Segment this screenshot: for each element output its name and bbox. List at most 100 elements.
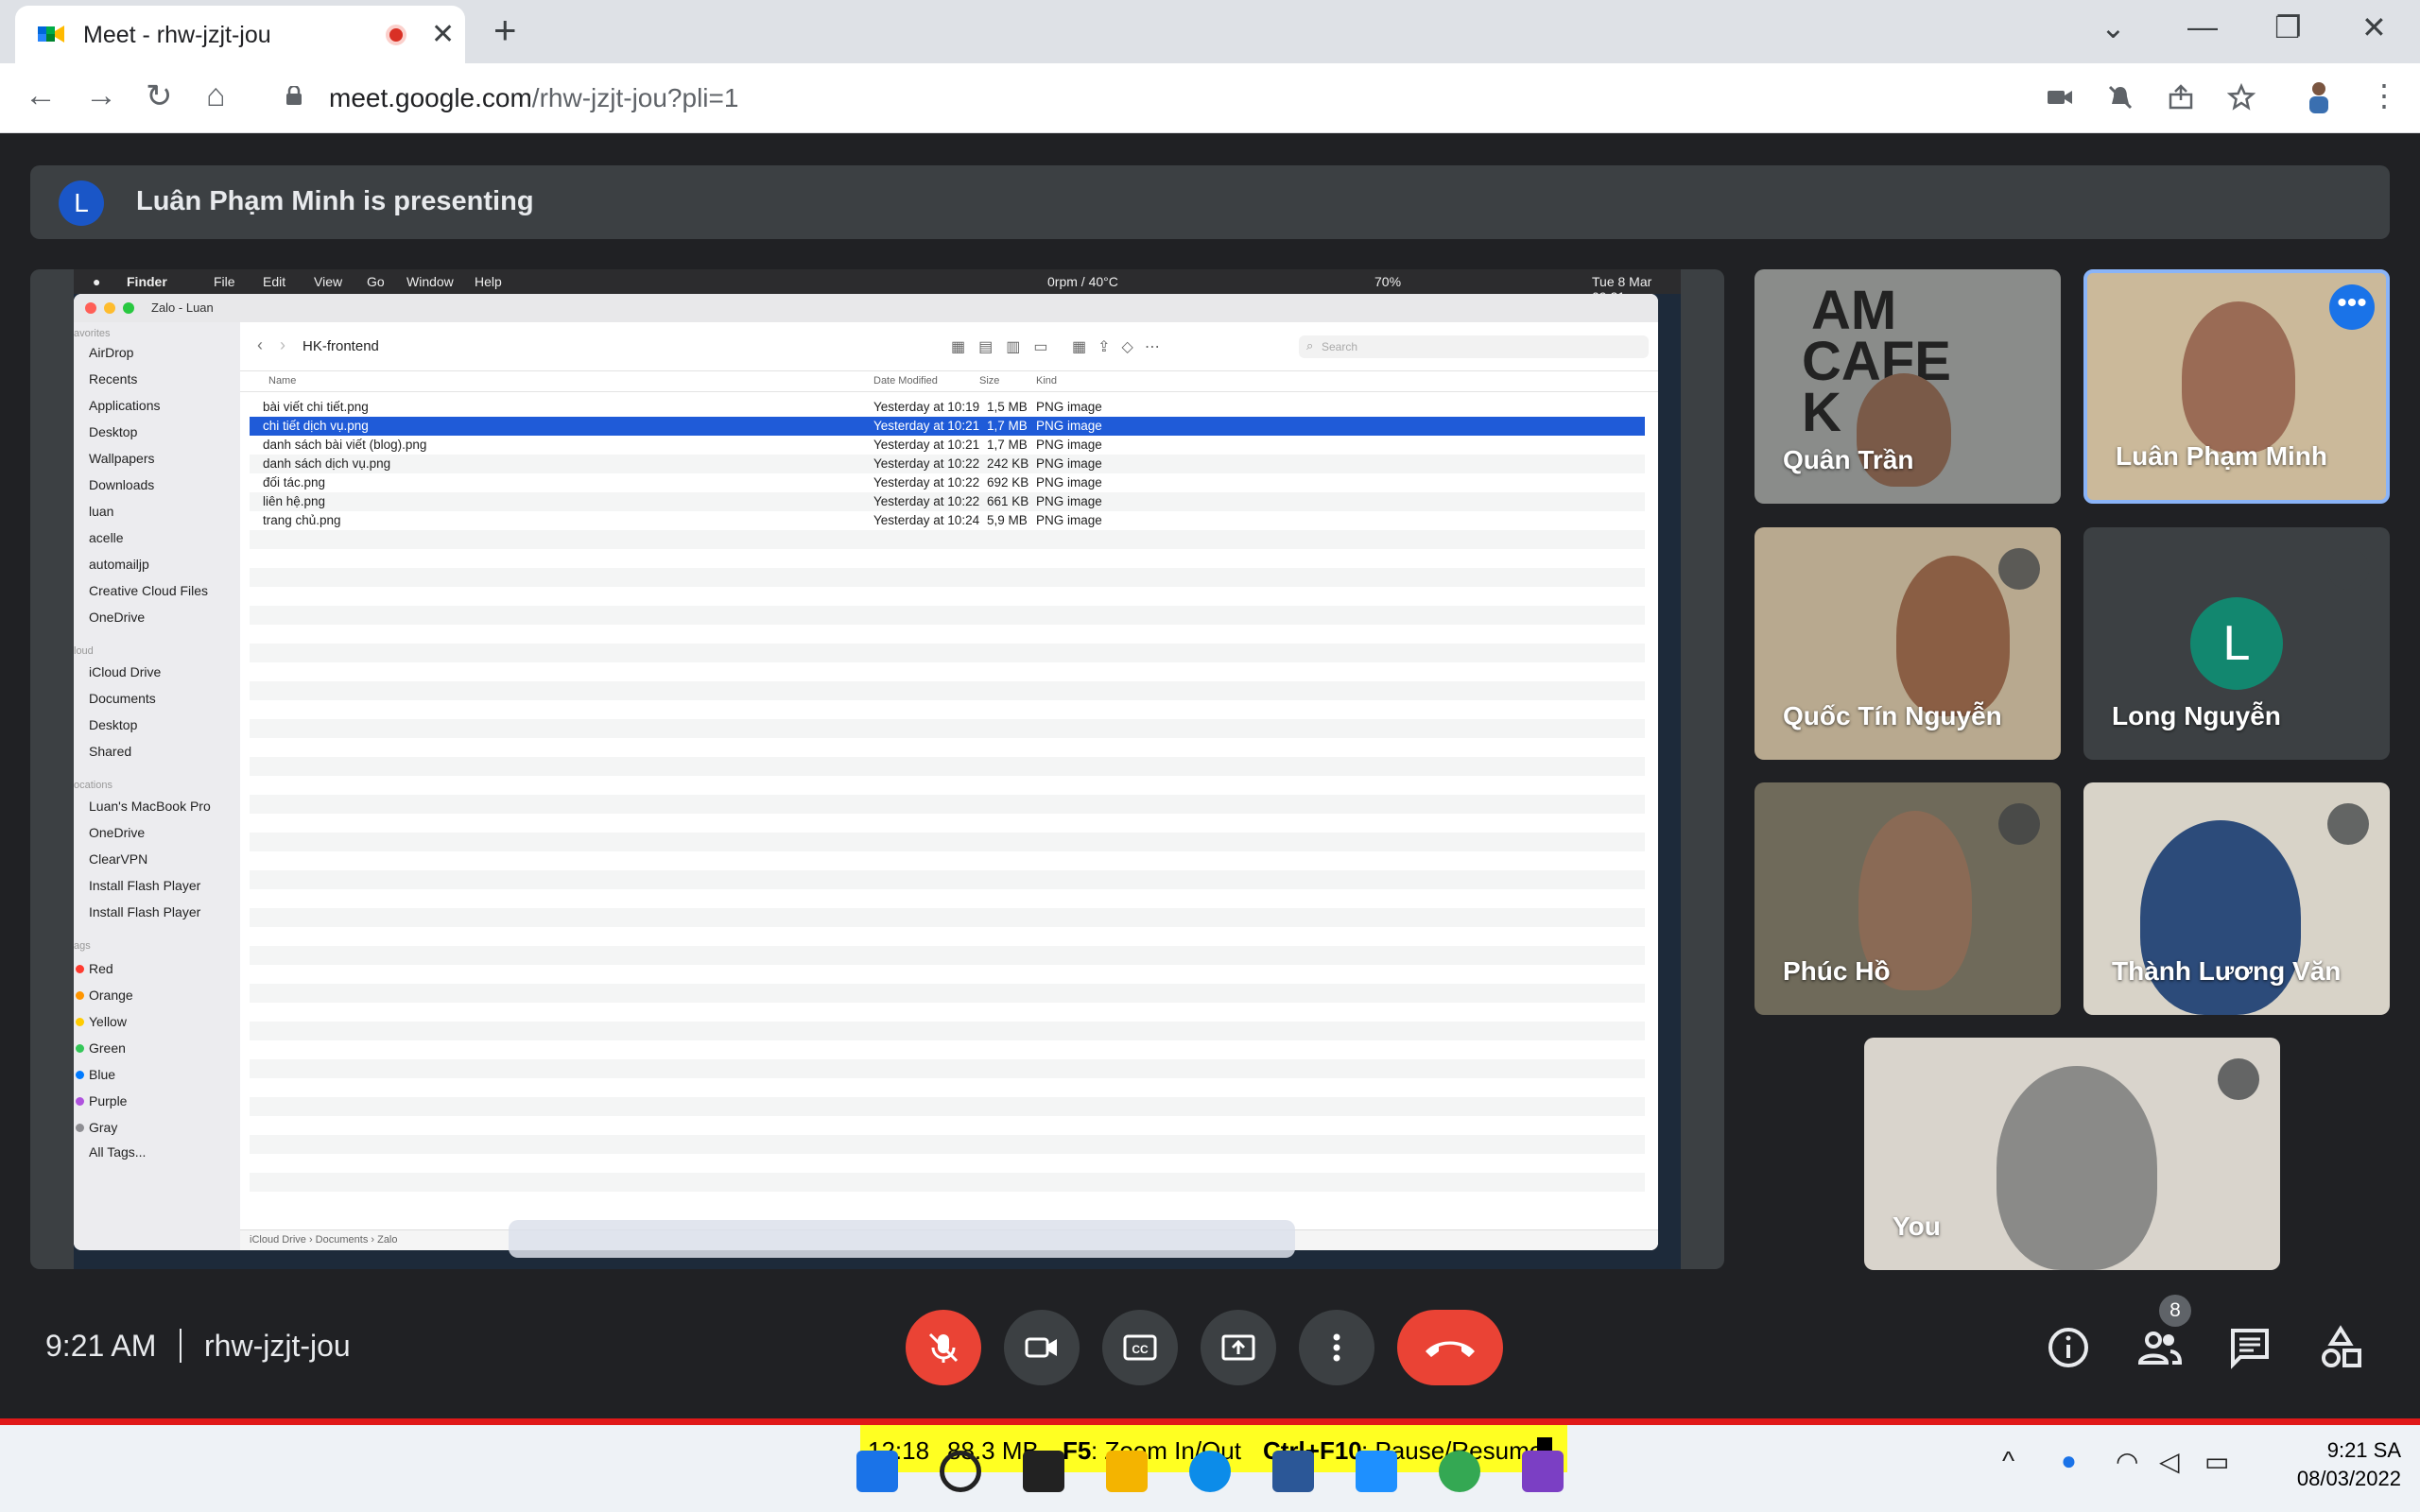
empty-row: [250, 851, 1645, 870]
participant-tile-long-nguyen[interactable]: L Long Nguyễn: [2083, 527, 2390, 760]
camera-toggle-button[interactable]: [1004, 1310, 1080, 1385]
share-icon[interactable]: [2167, 83, 2195, 112]
leave-call-button[interactable]: [1397, 1310, 1503, 1385]
empty-row: [250, 1003, 1645, 1022]
wifi-icon[interactable]: ◠: [2116, 1446, 2138, 1477]
lock-icon[interactable]: [285, 86, 302, 105]
minimize-button[interactable]: —: [2187, 9, 2218, 44]
cafe-sign-line3: K: [1802, 382, 1841, 443]
meeting-time: 9:21 AM: [45, 1329, 157, 1363]
address-bar[interactable]: meet.google.com/rhw-jzjt-jou?pli=1: [267, 74, 2083, 123]
presenting-banner: L Luân Phạm Minh is presenting: [30, 165, 2390, 239]
close-window-button[interactable]: ✕: [2361, 9, 2387, 45]
divider: [180, 1329, 182, 1363]
sidebar-tag: Blue: [89, 1067, 116, 1082]
more-options-icon[interactable]: •••: [2329, 284, 2375, 330]
mail-icon[interactable]: [1356, 1451, 1397, 1492]
participant-video-person: [1996, 1066, 2157, 1270]
file-kind: PNG image: [1036, 494, 1102, 508]
empty-row: [250, 908, 1645, 927]
microphone-tray-icon[interactable]: ●: [2061, 1446, 2077, 1476]
search-taskbar-icon[interactable]: [940, 1451, 981, 1492]
finder-back-icon: ‹: [257, 335, 263, 354]
file-kind: PNG image: [1036, 400, 1102, 414]
people-button[interactable]: [2136, 1325, 2182, 1370]
file-kind: PNG image: [1036, 419, 1102, 433]
reload-button[interactable]: ↻: [146, 77, 173, 115]
back-button[interactable]: ←: [25, 77, 57, 114]
mac-menu-bar: ● Finder File Edit View Go Window Help 0…: [74, 269, 1681, 304]
battery-icon[interactable]: ▭: [2204, 1446, 2229, 1477]
participant-tile-quoc-tin-nguyen[interactable]: Quốc Tín Nguyễn: [1754, 527, 2061, 760]
camera-icon: [1025, 1337, 1057, 1358]
home-button[interactable]: ⌂: [206, 77, 226, 114]
sidebar-item: luan: [89, 504, 114, 519]
chat-button[interactable]: [2227, 1325, 2273, 1370]
mac-menu-go: Go: [367, 274, 385, 289]
bookmark-star-icon[interactable]: [2227, 83, 2256, 112]
file-row: liên hệ.png Yesterday at 10:22 661 KB PNG i…: [250, 492, 1645, 511]
chrome-taskbar-icon[interactable]: [1439, 1451, 1480, 1492]
finder-search-placeholder: Search: [1322, 340, 1358, 353]
empty-row: [250, 625, 1645, 644]
file-row: danh sách dịch vụ.png Yesterday at 10:22 2…: [250, 455, 1645, 473]
task-view-icon[interactable]: [1023, 1451, 1064, 1492]
col-size: Size: [979, 375, 1000, 387]
profile-avatar[interactable]: [2303, 79, 2335, 113]
finder-zoom-dot: [123, 302, 134, 314]
browser-menu-icon[interactable]: ⋮: [2369, 77, 2399, 113]
volume-icon[interactable]: ◁: [2159, 1446, 2180, 1477]
captions-button[interactable]: CC: [1102, 1310, 1178, 1385]
participant-tile-you[interactable]: You: [1864, 1038, 2280, 1270]
mac-menu-finder: Finder: [127, 274, 167, 289]
sidebar-tag: Green: [89, 1040, 126, 1056]
tag-color-dot: [76, 1071, 84, 1079]
more-options-button[interactable]: [1299, 1310, 1374, 1385]
file-explorer-icon[interactable]: [1106, 1451, 1148, 1492]
participant-tile-phuc-ho[interactable]: Phúc Hồ: [1754, 782, 2061, 1015]
start-menu-icon[interactable]: [856, 1451, 898, 1492]
muted-mic-icon: [2218, 1058, 2259, 1100]
screen-share-tile[interactable]: ● Finder File Edit View Go Window Help 0…: [30, 269, 1724, 1269]
participant-tile-quan-tran[interactable]: AM CAFE K Quân Trần: [1754, 269, 2061, 504]
camera-blocked-icon[interactable]: [2046, 83, 2074, 112]
mac-menu-window: Window: [406, 274, 454, 289]
system-clock[interactable]: 9:21 SA 08/03/2022: [2250, 1436, 2401, 1493]
sidebar-item: Wallpapers: [89, 451, 155, 466]
empty-row: [250, 681, 1645, 700]
microphone-toggle-button[interactable]: [906, 1310, 981, 1385]
participant-name: Thành Lương Văn: [2112, 956, 2342, 986]
file-row: chi tiết dịch vụ.png Yesterday at 10:21 1,…: [250, 417, 1645, 436]
sidebar-all-tags: All Tags...: [89, 1144, 147, 1160]
empty-row: [250, 965, 1645, 984]
tab-search-icon[interactable]: ⌄: [2100, 9, 2126, 45]
recording-frame-border: [0, 1418, 2420, 1425]
file-row: trang chủ.png Yesterday at 10:24 5,9 MB PNG…: [250, 511, 1645, 530]
forward-button[interactable]: →: [85, 77, 117, 114]
meeting-details-button[interactable]: [2046, 1325, 2091, 1370]
empty-row: [250, 644, 1645, 662]
file-date: Yesterday at 10:21: [873, 419, 980, 433]
participant-tile-thanh-luong-van[interactable]: Thành Lương Văn: [2083, 782, 2390, 1015]
tab-close-icon[interactable]: ✕: [431, 18, 455, 51]
sidebar-item: Luan's MacBook Pro: [89, 799, 211, 814]
new-tab-button[interactable]: +: [493, 8, 517, 53]
file-kind: PNG image: [1036, 438, 1102, 452]
google-meet-icon: [38, 26, 64, 43]
file-name: chi tiết dịch vụ.png: [263, 419, 369, 433]
presenter-avatar: L: [59, 180, 104, 226]
meeting-code: rhw-jzjt-jou: [204, 1329, 351, 1363]
empty-row: [250, 700, 1645, 719]
mac-menu-file: File: [214, 274, 235, 289]
participant-tile-luan-pham-minh[interactable]: ••• Luân Phạm Minh: [2083, 269, 2390, 504]
notifications-off-icon[interactable]: [2106, 83, 2135, 112]
browser-tab[interactable]: Meet - rhw-jzjt-jou ✕: [15, 6, 465, 63]
activities-button[interactable]: [2318, 1325, 2363, 1370]
empty-row: [250, 1154, 1645, 1173]
restore-button[interactable]: ❐: [2274, 9, 2302, 45]
edge-icon[interactable]: [1189, 1451, 1231, 1492]
recorder-app-icon[interactable]: [1522, 1451, 1564, 1492]
present-now-button[interactable]: [1201, 1310, 1276, 1385]
store-icon[interactable]: [1272, 1451, 1314, 1492]
show-hidden-icons-icon[interactable]: ^: [2002, 1446, 2014, 1476]
